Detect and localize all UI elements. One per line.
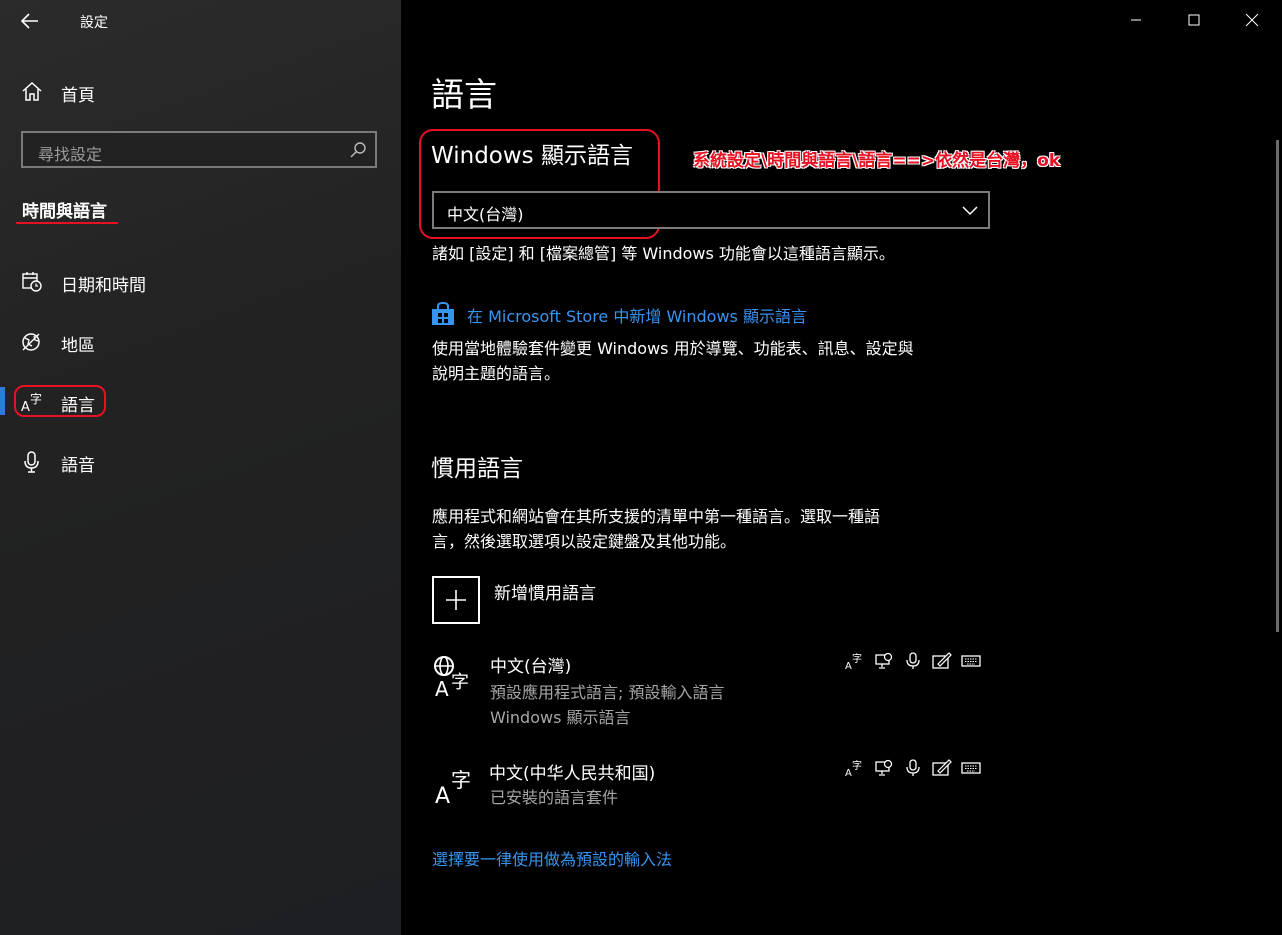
section-title: 時間與語言 xyxy=(22,202,107,222)
svg-text:字: 字 xyxy=(451,768,471,792)
language-name: 中文(台灣) xyxy=(490,657,572,677)
minimize-icon xyxy=(1131,19,1141,21)
input-method-link[interactable]: 選擇要一律使用做為預設的輸入法 xyxy=(432,846,672,870)
svg-text:A: A xyxy=(435,677,449,698)
home-icon xyxy=(22,81,42,101)
search-input[interactable]: 尋找設定 xyxy=(21,131,377,168)
page-title: 語言 xyxy=(431,75,497,114)
list-item[interactable]: A 字 中文(中华人民共和国) 已安裝的語言套件 A字 xyxy=(431,757,991,817)
handwriting-icon xyxy=(932,759,952,776)
list-item[interactable]: A 字 中文(台灣) 預設應用程式語言; 預設輸入語言 Windows 顯示語言… xyxy=(431,650,991,730)
region-globe-icon xyxy=(22,333,40,351)
back-arrow-icon xyxy=(20,13,38,29)
speech-recognition-icon xyxy=(875,759,893,776)
language-feature-icons: A字 xyxy=(845,652,981,670)
store-link[interactable]: 在 Microsoft Store 中新增 Windows 顯示語言 xyxy=(467,303,807,327)
search-icon xyxy=(350,142,366,158)
store-description-line1: 使用當地體驗套件變更 Windows 用於導覽、功能表、訊息、設定與 xyxy=(432,339,914,358)
microphone-icon xyxy=(906,759,920,776)
svg-text:字: 字 xyxy=(30,391,42,406)
svg-text:A: A xyxy=(435,784,450,805)
dropdown-selected-value: 中文(台灣) xyxy=(447,205,524,224)
language-feature-icons: A字 xyxy=(845,759,981,777)
language-sub2: Windows 顯示語言 xyxy=(490,708,631,727)
plus-icon xyxy=(446,590,466,610)
language-sub1: 已安裝的語言套件 xyxy=(490,788,619,807)
language-display-icon: A 字 xyxy=(434,656,469,698)
speech-recognition-icon xyxy=(875,652,893,669)
language-icon: A 字 xyxy=(435,768,471,805)
preferred-languages-heading: 慣用語言 xyxy=(431,456,523,482)
maximize-button[interactable] xyxy=(1171,4,1217,36)
sidebar-item-label: 語言 xyxy=(61,396,95,416)
store-bag-icon xyxy=(432,301,454,325)
sidebar-item-date-time[interactable]: 日期和時間 xyxy=(0,262,401,302)
main-content: 語言 Windows 顯示語言 系統設定\時間與語言\語言==>依然是台灣，ok… xyxy=(401,0,1282,935)
calendar-clock-icon xyxy=(22,272,42,292)
display-language-heading: Windows 顯示語言 xyxy=(431,143,633,169)
scrollbar[interactable] xyxy=(1276,140,1279,632)
maximize-icon xyxy=(1188,14,1200,26)
add-language-label[interactable]: 新增慣用語言 xyxy=(494,579,596,604)
svg-text:字: 字 xyxy=(852,759,862,772)
sidebar-item-home[interactable]: 首頁 xyxy=(0,72,401,112)
svg-text:A: A xyxy=(845,768,852,777)
svg-text:A: A xyxy=(21,400,30,414)
keyboard-icon xyxy=(961,762,981,774)
handwriting-icon xyxy=(932,652,952,669)
svg-text:字: 字 xyxy=(451,672,469,693)
app-title: 設定 xyxy=(80,15,108,31)
sidebar-item-label: 語音 xyxy=(61,456,95,476)
language-sub1: 預設應用程式語言; 預設輸入語言 xyxy=(490,683,725,702)
sidebar: 設定 首頁 尋找設定 時間與語言 日期和時間 地區 A 字 語言 語音 xyxy=(0,0,401,935)
search-placeholder: 尋找設定 xyxy=(38,145,103,164)
svg-text:A: A xyxy=(845,661,852,670)
preferred-description-line1: 應用程式和網站會在其所支援的清單中第一種語言。選取一種語 xyxy=(432,507,881,526)
preferred-description-line2: 言，然後選取選項以設定鍵盤及其他功能。 xyxy=(432,532,737,551)
sidebar-item-label: 日期和時間 xyxy=(61,276,146,296)
close-button[interactable] xyxy=(1229,4,1275,36)
close-icon xyxy=(1245,13,1259,27)
display-language-description: 諸如 [設定] 和 [檔案總管] 等 Windows 功能會以這種語言顯示。 xyxy=(432,244,895,263)
svg-text:字: 字 xyxy=(852,652,862,665)
display-language-dropdown[interactable]: 中文(台灣) xyxy=(432,191,990,229)
language-name: 中文(中华人民共和国) xyxy=(489,764,656,784)
store-link-icon-wrap[interactable] xyxy=(430,301,456,327)
sidebar-item-speech[interactable]: 語音 xyxy=(0,442,401,482)
sidebar-item-label: 首頁 xyxy=(61,86,95,106)
sidebar-item-region[interactable]: 地區 xyxy=(0,322,401,362)
annotation-underline xyxy=(16,222,118,224)
add-language-button[interactable] xyxy=(432,576,480,624)
display-language-icon: A字 xyxy=(845,652,862,670)
language-icon: A 字 xyxy=(21,391,42,414)
microphone-icon xyxy=(24,451,39,473)
sidebar-item-label: 地區 xyxy=(61,336,95,356)
display-language-icon: A字 xyxy=(845,759,862,777)
microphone-icon xyxy=(906,652,920,669)
annotation-text: 系統設定\時間與語言\語言==>依然是台灣，ok xyxy=(693,151,1061,171)
store-description-line2: 說明主題的語言。 xyxy=(432,364,561,383)
sidebar-item-language[interactable]: A 字 語言 xyxy=(0,382,401,422)
keyboard-icon xyxy=(961,655,981,667)
back-button[interactable] xyxy=(18,10,44,32)
minimize-button[interactable] xyxy=(1113,4,1159,36)
chevron-down-icon xyxy=(962,206,978,216)
